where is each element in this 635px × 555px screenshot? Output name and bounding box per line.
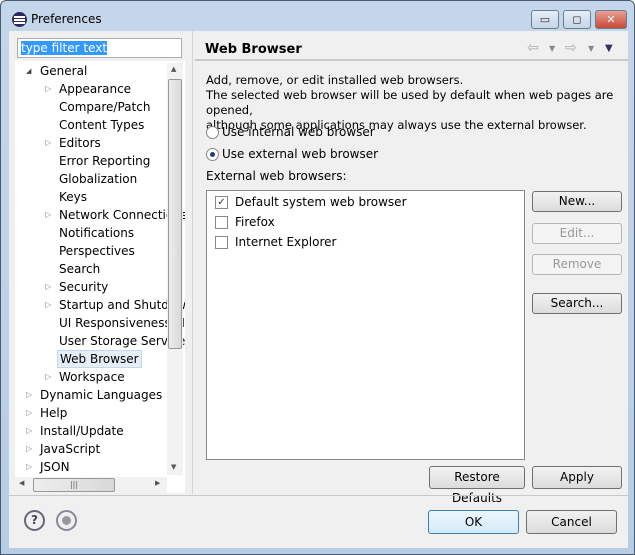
external-browser-label: Use external web browser [222, 147, 379, 161]
tree-item[interactable]: General [38, 62, 89, 80]
back-icon[interactable]: ⇦ [527, 40, 539, 56]
footer-separator [9, 495, 628, 496]
expand-arrow-icon[interactable]: ▷ [45, 368, 51, 386]
apply-button[interactable]: Apply [532, 466, 622, 489]
preferences-window: Preferences ▭ ◻ ✕ type filter text ◢ Gene… [0, 0, 635, 555]
tree-item[interactable]: Globalization [57, 170, 139, 188]
description-line: The selected web browser will be used by… [206, 88, 614, 117]
tree-vertical-scrollbar[interactable]: ▲ ▼ [167, 63, 183, 475]
tree-item[interactable]: Install/Update [38, 422, 126, 440]
expand-arrow-icon[interactable]: ▷ [45, 278, 51, 296]
tree-item[interactable]: Perspectives [57, 242, 137, 260]
tree-item[interactable]: Error Reporting [57, 152, 152, 170]
expand-arrow-icon[interactable]: ▷ [26, 386, 32, 404]
tree-item[interactable]: Security [57, 278, 110, 296]
page-title: Web Browser [205, 42, 302, 57]
window-title: Preferences [31, 12, 102, 26]
ok-button[interactable]: OK [428, 510, 519, 534]
maximize-button[interactable]: ◻ [563, 10, 591, 29]
expand-arrow-icon[interactable]: ▷ [45, 80, 51, 98]
tree-item[interactable]: Editors [57, 134, 103, 152]
tree-item[interactable]: JavaScript [38, 440, 102, 458]
record-icon[interactable] [56, 510, 77, 531]
edit-button[interactable]: Edit... [532, 223, 622, 244]
filter-input[interactable]: type filter text [17, 38, 182, 58]
tree-item[interactable]: Keys [57, 188, 89, 206]
filter-text: type filter text [21, 41, 108, 55]
description-line: Add, remove, or edit installed web brows… [206, 73, 464, 87]
browser-checkbox[interactable]: ✓ [215, 196, 228, 209]
scroll-right-arrow[interactable]: ▶ [155, 479, 160, 487]
dialog-client: type filter text ◢ General ▷ Appearance Comp… [9, 31, 628, 548]
expand-arrow-icon[interactable]: ▷ [26, 422, 32, 440]
search-button[interactable]: Search... [532, 293, 622, 314]
scroll-up-arrow[interactable]: ▲ [171, 65, 176, 73]
tree-item[interactable]: Network Connections [57, 206, 185, 224]
browser-item-label[interactable]: Default system web browser [235, 193, 407, 211]
restore-defaults-button[interactable]: Restore Defaults [429, 466, 525, 505]
expand-arrow-icon[interactable]: ▷ [26, 458, 32, 476]
browser-item-label[interactable]: Internet Explorer [235, 233, 336, 251]
view-menu-icon[interactable]: ▼ [605, 43, 613, 54]
minimize-button[interactable]: ▭ [531, 10, 559, 29]
external-browsers-label: External web browsers: [206, 169, 347, 183]
tree-item[interactable]: Notifications [57, 224, 136, 242]
external-browser-radio[interactable] [206, 148, 219, 161]
horizontal-scroll-thumb[interactable]: ||| [33, 478, 115, 492]
expand-arrow-icon[interactable]: ▷ [45, 134, 51, 152]
new-button[interactable]: New... [532, 191, 622, 212]
preference-tree: ◢ General ▷ Appearance Compare/Patch Content … [15, 61, 185, 493]
cancel-button[interactable]: Cancel [526, 510, 617, 534]
scroll-down-arrow[interactable]: ▼ [171, 463, 176, 471]
tree-item[interactable]: Startup and Shutdown [57, 296, 185, 314]
tree-horizontal-scrollbar[interactable]: ◀ ||| ▶ [15, 477, 167, 493]
browser-checkbox[interactable] [215, 216, 228, 229]
tree-item[interactable]: Help [38, 404, 69, 422]
panel-divider [192, 31, 193, 494]
expand-arrow-icon[interactable]: ▷ [26, 440, 32, 458]
help-icon[interactable]: ? [24, 510, 45, 531]
expand-arrow-icon[interactable]: ▷ [45, 296, 51, 314]
title-separator [195, 59, 628, 61]
tree-item[interactable]: UI Responsiveness Monitoring [57, 314, 185, 332]
tree-item[interactable]: Content Types [57, 116, 146, 134]
collapse-arrow-icon[interactable]: ◢ [26, 62, 31, 80]
expand-arrow-icon[interactable]: ▷ [26, 404, 32, 422]
tree-item[interactable]: JSON [38, 458, 72, 476]
tree-item[interactable]: Workspace [57, 368, 127, 386]
close-button[interactable]: ✕ [595, 10, 627, 29]
browser-list: ✓ Default system web browser Firefox Intern… [206, 190, 525, 460]
tree-item[interactable]: Compare/Patch [57, 98, 152, 116]
tree-item[interactable]: Web Browser [57, 350, 142, 368]
eclipse-icon [12, 12, 27, 27]
browser-checkbox[interactable] [215, 236, 228, 249]
browser-item-label[interactable]: Firefox [235, 213, 275, 231]
forward-icon[interactable]: ⇨ [565, 40, 577, 56]
vertical-scroll-thumb[interactable] [168, 79, 182, 349]
tree-item[interactable]: Search [57, 260, 102, 278]
tree-item[interactable]: Dynamic Languages [38, 386, 164, 404]
expand-arrow-icon[interactable]: ▷ [45, 206, 51, 224]
tree-item[interactable]: User Storage Service [57, 332, 185, 350]
forward-menu-icon[interactable]: ▼ [588, 44, 594, 53]
remove-button[interactable]: Remove [532, 254, 622, 275]
internal-browser-radio[interactable] [206, 126, 219, 139]
scroll-left-arrow[interactable]: ◀ [19, 479, 24, 487]
tree-item[interactable]: Appearance [57, 80, 133, 98]
back-menu-icon[interactable]: ▼ [549, 44, 555, 53]
internal-browser-label: Use internal web browser [222, 125, 375, 139]
